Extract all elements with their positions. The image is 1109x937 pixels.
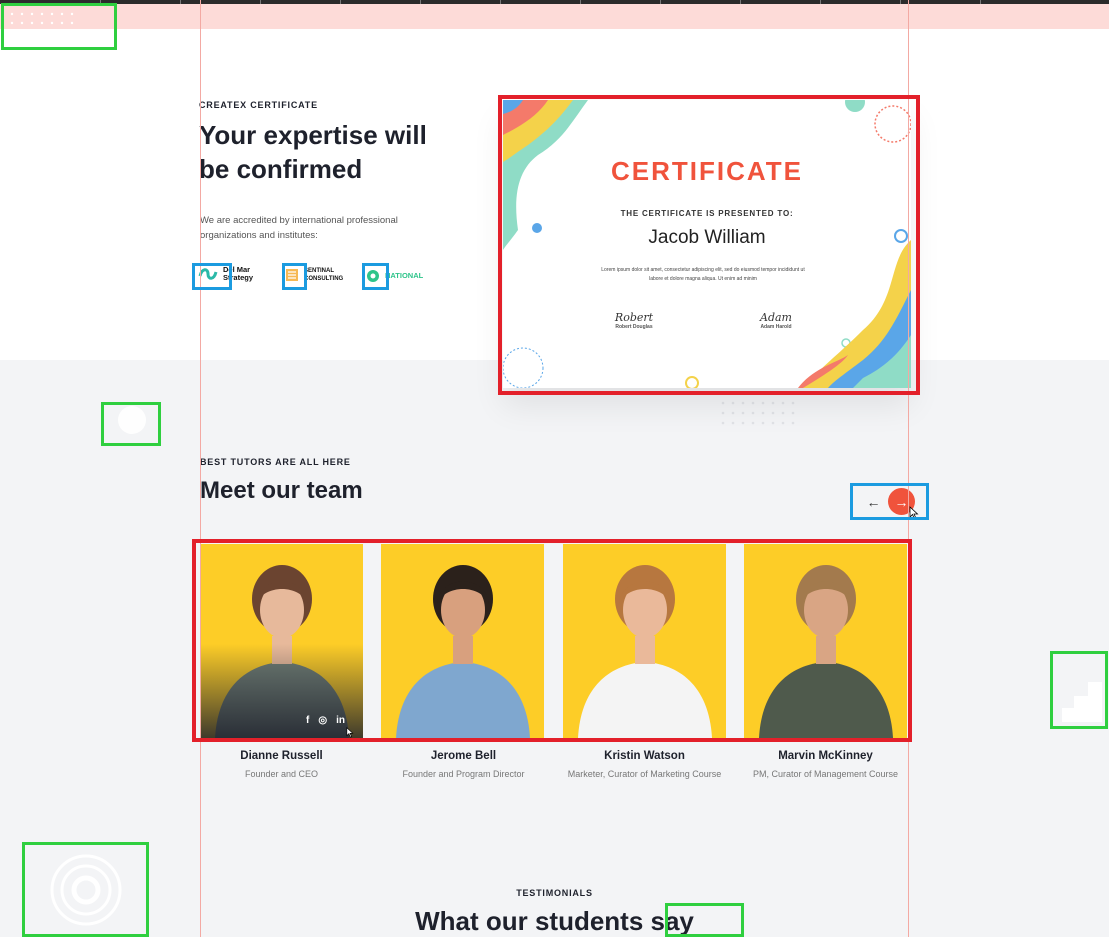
dot-grid-decoration-icon (721, 391, 795, 425)
team-member-name: Dianne Russell (240, 750, 323, 762)
team-member-role: Founder and Program Director (402, 769, 525, 779)
team-member-name: Kristin Watson (604, 750, 685, 762)
testimonials-eyebrow: TESTIMONIALS (516, 888, 593, 898)
annotation-box-blue (362, 263, 389, 290)
accreditation-text-line2: organizations and institutes: (200, 230, 318, 241)
annotation-box-blue (282, 263, 307, 290)
certificate-title-line2: be confirmed (199, 154, 363, 184)
layout-guide-left (200, 0, 201, 937)
partner-logo-line1: SENTINAL (304, 268, 334, 274)
annotation-box-green (22, 842, 149, 937)
certificate-eyebrow: CREATEX CERTIFICATE (199, 100, 318, 110)
annotation-box-green (1, 3, 117, 50)
certificate-title-line1: Your expertise will (199, 120, 427, 150)
accreditation-text-line1: We are accredited by international profe… (200, 215, 398, 226)
annotation-box-red (498, 95, 920, 395)
annotation-box-green (101, 402, 161, 446)
top-pink-band (0, 4, 1109, 29)
team-member-name: Marvin McKinney (778, 750, 873, 762)
testimonials-title: What our students say (415, 906, 694, 936)
team-member-role: Founder and CEO (244, 769, 319, 779)
annotation-box-blue (850, 483, 929, 520)
team-eyebrow: BEST TUTORS ARE ALL HERE (200, 457, 351, 467)
partner-logo-line1: NATIONAL (385, 271, 424, 280)
team-member-role: PM, Curator of Management Course (752, 769, 899, 779)
annotation-box-red (192, 539, 912, 742)
team-member-role: Marketer, Curator of Marketing Course (567, 769, 722, 779)
team-title: Meet our team (200, 477, 363, 504)
annotation-box-green (665, 903, 744, 937)
annotation-box-blue (192, 263, 232, 290)
annotation-box-green (1050, 651, 1108, 729)
team-member-name: Jerome Bell (430, 750, 497, 762)
partner-logo-line2: CONSULTING (304, 276, 344, 282)
